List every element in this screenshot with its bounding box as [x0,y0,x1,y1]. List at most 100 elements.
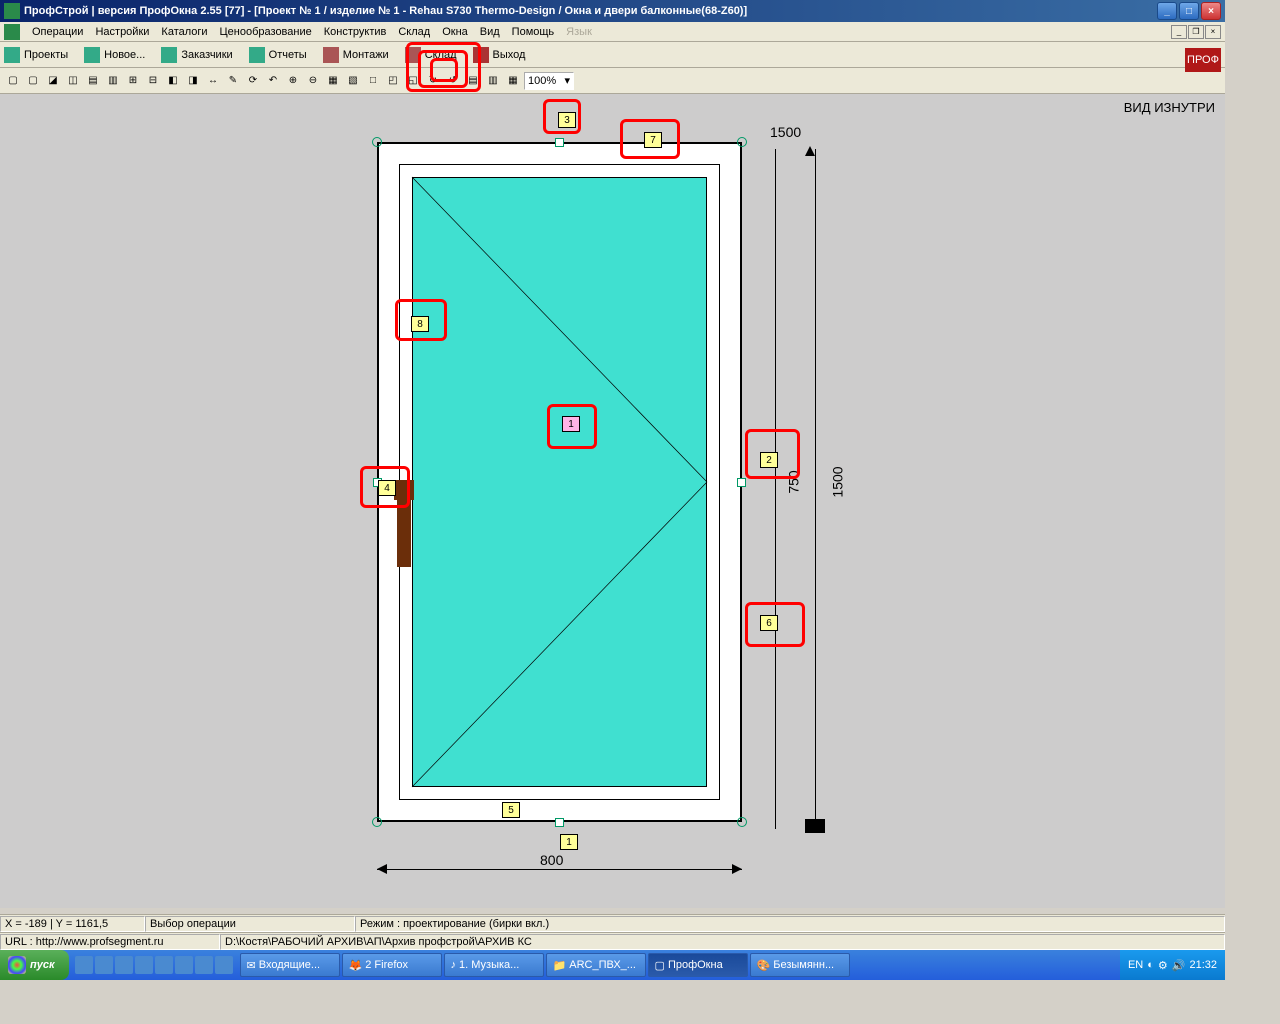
tool-15[interactable]: ⊕ [284,72,302,90]
tool-20[interactable]: ◰ [384,72,402,90]
task-folder[interactable]: 📁ARC_ПВХ_... [546,953,646,977]
canvas[interactable]: ВИД ИЗНУТРИ 5 1500 1500 750 800 3 7 8 1 … [0,94,1225,908]
tool-6[interactable]: ▥ [104,72,122,90]
corner-bl[interactable] [372,817,382,827]
task-firefox[interactable]: 🦊2 Firefox [342,953,442,977]
status-mode: Режим : проектирование (бирки вкл.) [355,916,1225,932]
tool-25[interactable]: ▥ [484,72,502,90]
vendor-logo: ПРОФ [1185,48,1221,72]
status-url: URL : http://www.profsegment.ru [0,934,220,950]
task-music[interactable]: ♪1. Музыка... [444,953,544,977]
statusbar-2: URL : http://www.profsegment.ru D:\Костя… [0,932,1225,950]
tool-5[interactable]: ▤ [84,72,102,90]
tool-19[interactable]: □ [364,72,382,90]
task-profokna[interactable]: ▢ПрофОкна [648,953,748,977]
tool-18[interactable]: ▧ [344,72,362,90]
tool-4[interactable]: ◫ [64,72,82,90]
mid-bottom[interactable] [555,818,564,827]
tool-10[interactable]: ◨ [184,72,202,90]
tray-icon-2[interactable]: ⚙ [1158,959,1168,972]
tool-16[interactable]: ⊖ [304,72,322,90]
toolbar-tools: ▢ ▢ ◪ ◫ ▤ ▥ ⊞ ⊟ ◧ ◨ ↔ ✎ ⟳ ↶ ⊕ ⊖ ▦ ▧ □ ◰ … [0,68,1225,94]
arrow-left-icon [377,864,387,874]
taskbar: пуск ✉Входящие... 🦊2 Firefox ♪1. Музыка.… [0,950,1225,980]
tb-installs[interactable]: Монтажи [343,49,389,61]
tool-12[interactable]: ✎ [224,72,242,90]
projects-icon [4,47,20,63]
ql-3[interactable] [115,956,133,974]
close-button[interactable]: × [1201,2,1221,20]
corner-tr[interactable] [737,137,747,147]
status-op: Выбор операции [145,916,355,932]
tray-icon-3[interactable]: 🔊 [1172,959,1186,972]
tool-2[interactable]: ▢ [24,72,42,90]
maximize-button[interactable]: □ [1179,2,1199,20]
tool-3[interactable]: ◪ [44,72,62,90]
menu-pricing[interactable]: Ценообразование [214,24,318,40]
menu-settings[interactable]: Настройки [89,24,155,40]
menu-windows[interactable]: Окна [436,24,474,40]
tag-5[interactable]: 5 [502,802,520,818]
tool-7[interactable]: ⊞ [124,72,142,90]
menu-help[interactable]: Помощь [506,24,561,40]
status-coords: X = -189 | Y = 1161,5 [0,916,145,932]
tool-8[interactable]: ⊟ [144,72,162,90]
tool-9[interactable]: ◧ [164,72,182,90]
ql-7[interactable] [195,956,213,974]
ql-8[interactable] [215,956,233,974]
anno-6 [745,602,805,647]
zoom-select[interactable]: 100%▾ [524,72,574,90]
clock[interactable]: 21:32 [1189,959,1217,971]
ql-2[interactable] [95,956,113,974]
arrow-end-icon [805,819,825,833]
dim-bottom-text: 800 [540,852,563,868]
mid-top[interactable] [555,138,564,147]
tool-1[interactable]: ▢ [4,72,22,90]
task-inbox[interactable]: ✉Входящие... [240,953,340,977]
tb-reports[interactable]: Отчеты [269,49,307,61]
menu-warehouse[interactable]: Склад [392,24,436,40]
menu-operations[interactable]: Операции [26,24,89,40]
menu-view[interactable]: Вид [474,24,506,40]
menu-construct[interactable]: Конструктив [318,24,393,40]
ql-4[interactable] [135,956,153,974]
task-paint[interactable]: 🎨Безымянн... [750,953,850,977]
tb-new[interactable]: Новое... [104,49,145,61]
mdi-close[interactable]: × [1205,25,1221,39]
mdi-minimize[interactable]: _ [1171,25,1187,39]
corner-tl[interactable] [372,137,382,147]
dim-bottom-line [377,869,742,870]
tool-13[interactable]: ⟳ [244,72,262,90]
mdi-restore[interactable]: ❐ [1188,25,1204,39]
start-button[interactable]: пуск [0,950,69,980]
corner-br[interactable] [737,817,747,827]
arrow-up-icon [805,146,815,156]
ql-6[interactable] [175,956,193,974]
dim-right-line [815,149,816,829]
tb-customers[interactable]: Заказчики [181,49,232,61]
tag-bottom-1[interactable]: 1 [560,834,578,850]
mid-right[interactable] [737,478,746,487]
anno-2 [745,429,800,479]
tool-11[interactable]: ↔ [204,72,222,90]
menu-icon [4,24,20,40]
tool-17[interactable]: ▦ [324,72,342,90]
tool-26[interactable]: ▦ [504,72,522,90]
tool-14[interactable]: ↶ [264,72,282,90]
system-tray[interactable]: EN ◐ ⚙ 🔊 21:32 [1120,950,1225,980]
lang-indicator[interactable]: EN [1128,959,1143,971]
glass-pane[interactable] [412,177,707,787]
menu-lang[interactable]: Язык [560,24,598,40]
reports-icon [249,47,265,63]
tray-icon-1[interactable]: ◐ [1147,959,1154,971]
minimize-button[interactable]: _ [1157,2,1177,20]
tb-exit[interactable]: Выход [493,49,526,61]
anno-1 [547,404,597,449]
toolbar-main: Проекты Новое... Заказчики Отчеты Монтаж… [0,42,1225,68]
menu-catalogs[interactable]: Каталоги [155,24,213,40]
window-title: ПрофСтрой | версия ПрофОкна 2.55 [77] - … [24,5,1157,17]
tb-projects[interactable]: Проекты [24,49,68,61]
ql-5[interactable] [155,956,173,974]
ql-1[interactable] [75,956,93,974]
windows-icon [8,956,26,974]
